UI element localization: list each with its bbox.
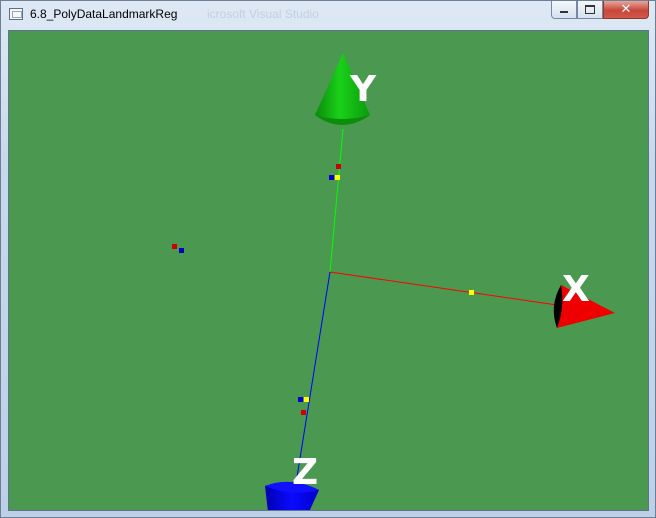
landmark-point [336, 164, 341, 169]
minimize-icon [560, 11, 568, 13]
z-axis-label: Z [292, 452, 318, 493]
window-icon[interactable] [9, 8, 23, 20]
landmark-point [335, 175, 340, 180]
landmark-point [172, 244, 177, 249]
scene-canvas[interactable]: Y X Z [9, 31, 649, 511]
landmark-point [298, 397, 303, 402]
maximize-button[interactable] [577, 1, 603, 19]
y-axis-line [329, 128, 344, 273]
y-axis-label: Y [349, 69, 377, 110]
landmark-points [172, 164, 474, 415]
title-bar[interactable]: 6.8_PolyDataLandmarkReg icrosoft Visual … [1, 1, 655, 29]
landmark-point [304, 397, 309, 402]
window-title: 6.8_PolyDataLandmarkReg [30, 7, 178, 21]
background-window-title: icrosoft Visual Studio [207, 7, 319, 21]
landmark-point [469, 290, 474, 295]
landmark-point [329, 175, 334, 180]
caption-buttons: ✕ [551, 1, 649, 21]
x-axis-line [329, 271, 558, 306]
close-icon: ✕ [620, 2, 632, 17]
render-viewport[interactable]: Y X Z [8, 30, 649, 511]
landmark-point [301, 410, 306, 415]
app-window: 6.8_PolyDataLandmarkReg icrosoft Visual … [0, 0, 656, 518]
z-axis-line [296, 271, 331, 478]
x-axis-label: X [562, 269, 590, 310]
minimize-button[interactable] [551, 1, 577, 19]
close-button[interactable]: ✕ [603, 1, 649, 19]
landmark-point [179, 248, 184, 253]
maximize-icon [585, 5, 595, 14]
